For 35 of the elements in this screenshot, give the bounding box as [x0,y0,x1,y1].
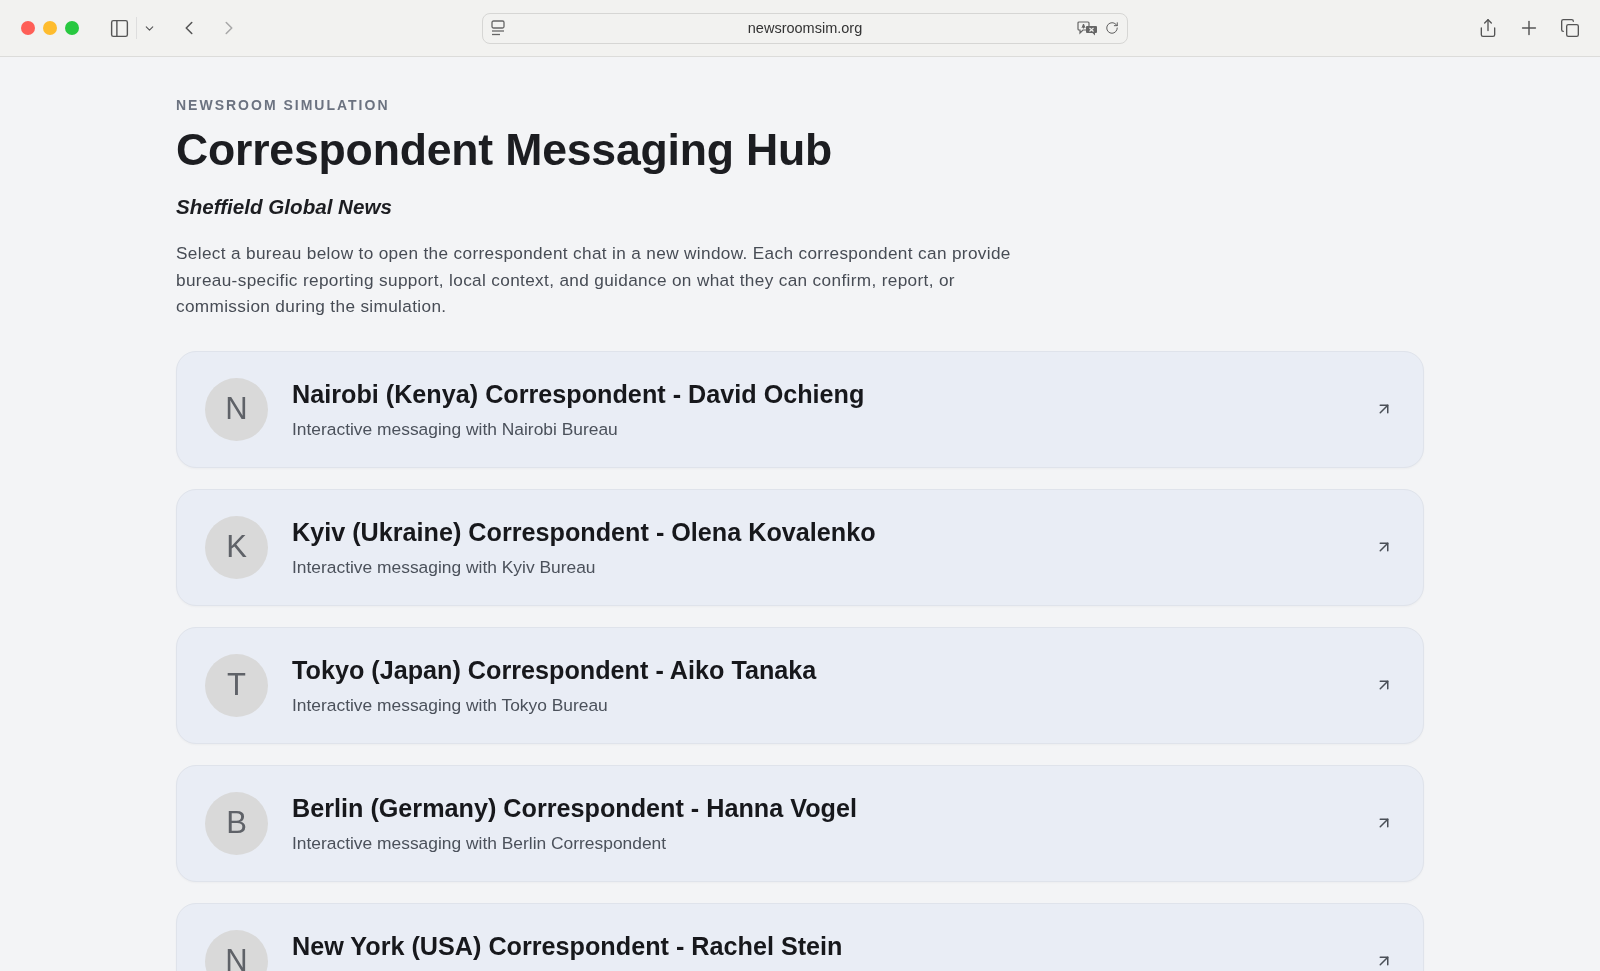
initial-avatar: N [205,929,268,971]
page-title: Correspondent Messaging Hub [176,124,833,176]
initial-avatar: B [205,791,268,855]
organization-name: Sheffield Global News [176,194,392,220]
close-window-icon[interactable] [21,21,35,35]
correspondent-card[interactable]: N Nairobi (Kenya) Correspondent - David Ochieng Interactive messaging with Nairobi Bureau [176,350,1424,468]
share-icon [1478,18,1498,38]
correspondent-card[interactable]: N New York (USA) Correspondent - Rachel Stein [176,902,1424,971]
translate-icon[interactable] [1077,20,1099,36]
correspondent-card[interactable]: T Tokyo (Japan) Correspondent - Aiko Tanaka Interactive messaging with Tokyo Bureau [176,626,1424,744]
address-bar[interactable]: newsroomsim.org [482,12,1128,44]
share-button[interactable] [1478,18,1498,38]
reload-icon [1105,21,1119,35]
correspondent-title: New York (USA) Correspondent - Rachel Stein [292,931,843,962]
intro-paragraph: Select a bureau below to open the correspondent chat in a new window. Each correspondent can provide bureau-specific reporting support, local context, and guidance on what they can confirm, report, or commission during the simulation. [176,242,1012,318]
page-kicker: NEWSROOM SIMULATION [176,96,390,114]
correspondent-title: Kyiv (Ukraine) Correspondent - Olena Kovalenko [292,517,876,548]
correspondent-card[interactable]: B Berlin (Germany) Correspondent - Hanna Vogel Interactive messaging with Berlin Correspondent [176,764,1424,882]
tab-overview-button[interactable] [1560,18,1580,38]
correspondent-title: Nairobi (Kenya) Correspondent - David Ochieng [292,379,865,410]
page-menu-icon[interactable] [491,20,505,36]
correspondent-description: Interactive messaging with Nairobi Bureau [292,418,618,440]
overlapping-squares-icon [1560,18,1580,38]
correspondent-description: Interactive messaging with Kyiv Bureau [292,556,596,578]
correspondent-title: Tokyo (Japan) Correspondent - Aiko Tanaka [292,655,817,686]
correspondent-card[interactable]: K Kyiv (Ukraine) Correspondent - Olena Kovalenko Interactive messaging with Kyiv Bureau [176,488,1424,606]
correspondent-description: Interactive messaging with Berlin Correspondent [292,832,667,854]
sidebar-button[interactable] [109,17,130,39]
correspondent-title: Berlin (Germany) Correspondent - Hanna Vogel [292,793,857,824]
initial-avatar: K [205,515,268,579]
correspondent-description: Interactive messaging with Tokyo Bureau [292,694,608,716]
initial-avatar: N [205,377,268,441]
initial-avatar: T [205,653,268,717]
sidebar-icon [109,17,130,39]
reload-button[interactable] [1105,21,1119,35]
